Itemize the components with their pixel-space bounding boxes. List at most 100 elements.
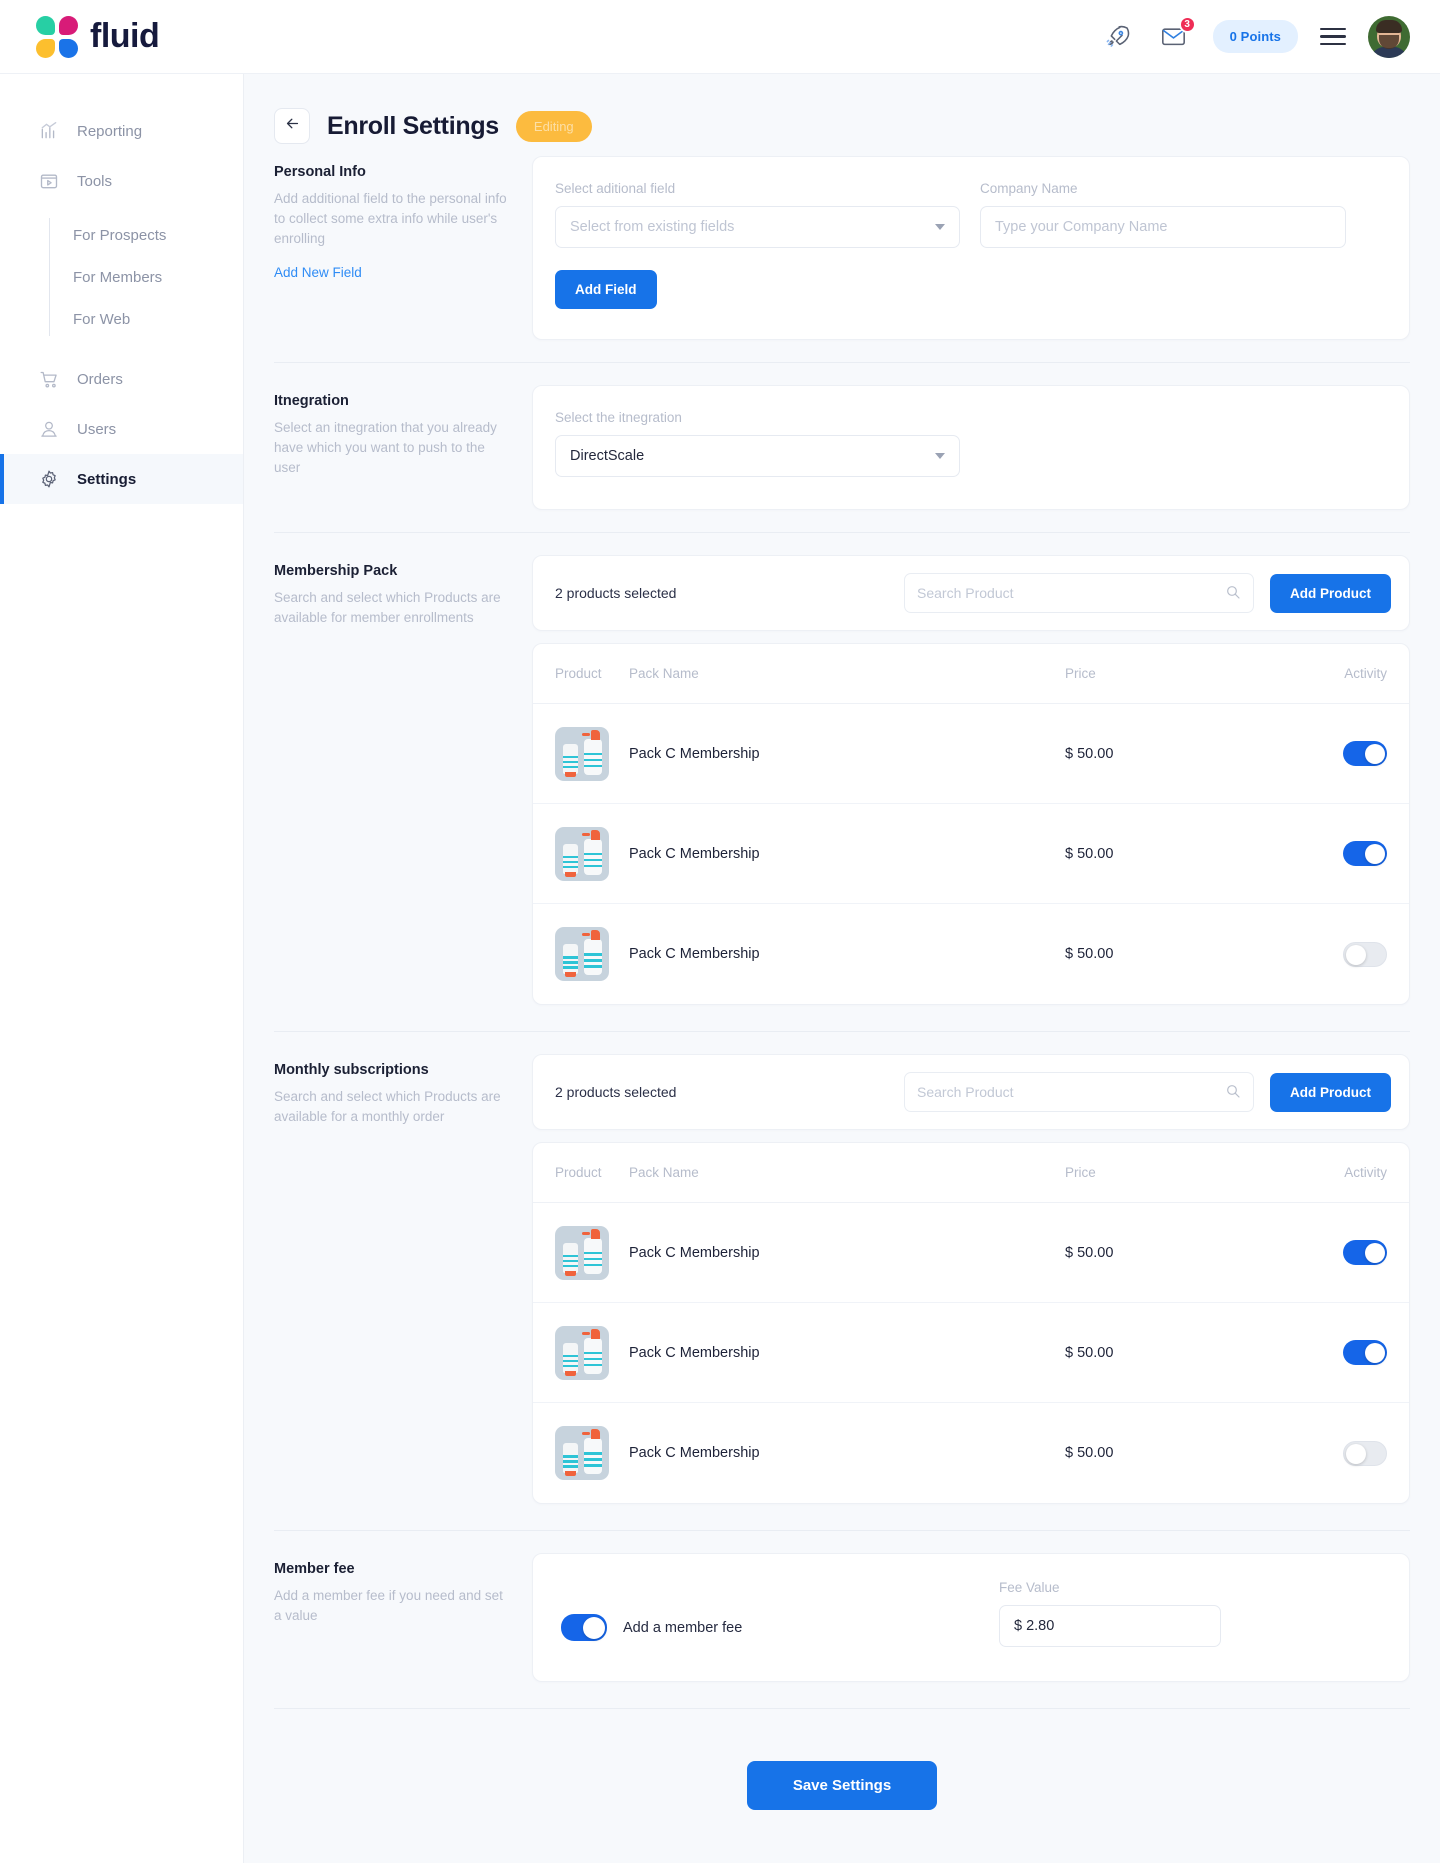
sidebar-item-settings[interactable]: Settings <box>0 454 243 504</box>
table-row: Pack C Membership $ 50.00 <box>533 904 1409 1004</box>
add-product-button[interactable]: Add Product <box>1270 1072 1391 1112</box>
sidebar-item-for-members[interactable]: For Members <box>73 256 243 298</box>
search-placeholder: Search Product <box>917 585 1014 601</box>
sidebar-subnav: For Prospects For Members For Web <box>49 214 243 340</box>
search-product-input[interactable]: Search Product <box>904 573 1254 613</box>
sidebar-subitem-label: For Members <box>73 268 163 286</box>
table-row: Pack C Membership $ 50.00 <box>533 1203 1409 1303</box>
select-integration-label: Select the itnegration <box>555 410 682 425</box>
cell-price: $ 50.00 <box>1065 1244 1114 1261</box>
hamburger-menu-icon[interactable] <box>1320 27 1346 46</box>
sidebar-item-reporting[interactable]: Reporting <box>0 106 243 156</box>
sidebar-item-users[interactable]: Users <box>0 404 243 454</box>
product-bottle-thumbnail <box>555 1225 609 1280</box>
product-bottle-thumbnail <box>555 1325 609 1380</box>
footer-actions: Save Settings <box>244 1709 1440 1810</box>
bar-chart-icon <box>38 120 60 142</box>
column-header-price: Price <box>1065 1165 1096 1180</box>
activity-toggle[interactable] <box>1343 941 1387 967</box>
rocket-icon[interactable] <box>1101 20 1135 54</box>
integration-card: Select the itnegration DirectScale <box>532 385 1410 510</box>
selected-count: 2 products selected <box>555 585 677 601</box>
activity-toggle[interactable] <box>1343 1440 1387 1466</box>
column-header-product: Product <box>555 666 602 681</box>
fee-value-input[interactable]: $ 2.80 <box>999 1605 1221 1647</box>
section-membership-pack: Membership Pack Search and select which … <box>244 533 1440 1005</box>
sidebar-item-tools[interactable]: Tools <box>0 156 243 206</box>
section-desc: Select an itnegration that you already h… <box>274 420 497 475</box>
activity-toggle[interactable] <box>1343 1240 1387 1265</box>
cell-pack-name: Pack C Membership <box>629 1445 760 1461</box>
product-bottle-thumbnail <box>555 1426 609 1480</box>
status-badge: Editing <box>515 110 592 142</box>
cell-pack-name: Pack C Membership <box>629 946 760 962</box>
member-fee-toggle[interactable] <box>561 1614 607 1641</box>
top-bar: fluid 3 0 Points <box>0 0 1440 74</box>
gear-icon <box>38 468 60 490</box>
section-member-fee: Member fee Add a member fee if you need … <box>244 1531 1440 1682</box>
product-bottle-thumbnail <box>555 927 609 981</box>
chevron-down-icon <box>935 224 945 230</box>
add-field-button[interactable]: Add Field <box>555 270 657 309</box>
activity-toggle[interactable] <box>1343 841 1387 866</box>
section-title: Itnegration <box>274 393 349 409</box>
table-header: Product Pack Name Price Activity <box>533 644 1409 704</box>
top-bar-actions: 3 0 Points <box>1101 15 1410 58</box>
brand-name: fluid <box>90 17 160 55</box>
sidebar-item-for-web[interactable]: For Web <box>73 298 243 340</box>
section-desc: Search and select which Products are ava… <box>274 590 501 625</box>
sidebar-item-orders[interactable]: Orders <box>0 354 243 404</box>
company-name-label: Company Name <box>980 181 1078 196</box>
section-description-integration: Itnegration Select an itnegration that y… <box>274 385 532 510</box>
search-product-input[interactable]: Search Product <box>904 1072 1254 1112</box>
section-description-membership-pack: Membership Pack Search and select which … <box>274 555 532 1005</box>
cell-pack-name: Pack C Membership <box>629 845 760 862</box>
section-description-personal-info: Personal Info Add additional field to th… <box>274 156 532 340</box>
sidebar-subitem-label: For Prospects <box>73 226 167 244</box>
column-header-activity: Activity <box>1344 1165 1387 1180</box>
column-header-pack-name: Pack Name <box>629 1165 699 1180</box>
column-header-price: Price <box>1065 666 1096 681</box>
fluid-petals-logo-icon <box>36 15 78 58</box>
additional-field-select[interactable]: Select from existing fields <box>555 206 960 248</box>
section-title: Membership Pack <box>274 563 398 579</box>
cell-price: $ 50.00 <box>1065 1445 1114 1461</box>
fee-value-text: $ 2.80 <box>1014 1618 1055 1634</box>
table-row: Pack C Membership $ 50.00 <box>533 804 1409 904</box>
product-bottle-thumbnail <box>555 826 609 881</box>
section-title: Monthly subscriptions <box>274 1062 429 1078</box>
sidebar-item-label: Tools <box>77 172 113 190</box>
section-description-monthly-subscriptions: Monthly subscriptions Search and select … <box>274 1054 532 1504</box>
envelope-icon[interactable]: 3 <box>1157 15 1196 54</box>
section-title: Personal Info <box>274 164 366 180</box>
cell-price: $ 50.00 <box>1065 845 1114 862</box>
main-content: Enroll Settings Editing Personal Info Ad… <box>244 74 1440 1863</box>
sidebar-item-label: Users <box>77 420 117 438</box>
page-title: Enroll Settings <box>327 111 499 140</box>
personal-info-card: Select aditional field Select from exist… <box>532 156 1410 340</box>
page-header: Enroll Settings Editing <box>244 74 1440 144</box>
user-icon <box>38 418 60 440</box>
integration-select[interactable]: DirectScale <box>555 435 960 477</box>
membership-pack-table: Product Pack Name Price Activity Pack C … <box>532 643 1410 1005</box>
cell-pack-name: Pack C Membership <box>629 1244 760 1261</box>
add-product-button[interactable]: Add Product <box>1270 573 1391 613</box>
activity-toggle[interactable] <box>1343 741 1387 766</box>
column-header-pack-name: Pack Name <box>629 666 699 681</box>
table-row: Pack C Membership $ 50.00 <box>533 704 1409 804</box>
activity-toggle[interactable] <box>1343 1340 1387 1365</box>
member-fee-card: Add a member fee Fee Value $ 2.80 <box>532 1553 1410 1682</box>
back-button[interactable] <box>274 108 310 144</box>
brand-logo[interactable]: fluid <box>36 15 160 58</box>
cell-price: $ 50.00 <box>1065 1344 1114 1361</box>
avatar[interactable] <box>1368 15 1410 58</box>
company-name-input[interactable]: Type your Company Name <box>980 206 1346 248</box>
save-settings-button[interactable]: Save Settings <box>746 1761 938 1810</box>
section-personal-info: Personal Info Add additional field to th… <box>244 144 1440 340</box>
points-pill[interactable]: 0 Points <box>1212 20 1298 53</box>
sidebar-item-for-prospects[interactable]: For Prospects <box>73 214 243 256</box>
select-additional-field-label: Select aditional field <box>555 181 676 196</box>
sidebar: Reporting Tools For Prospects For Member… <box>0 74 244 1863</box>
add-new-field-link[interactable]: Add New Field <box>274 265 362 280</box>
sidebar-item-label: Reporting <box>77 122 143 140</box>
